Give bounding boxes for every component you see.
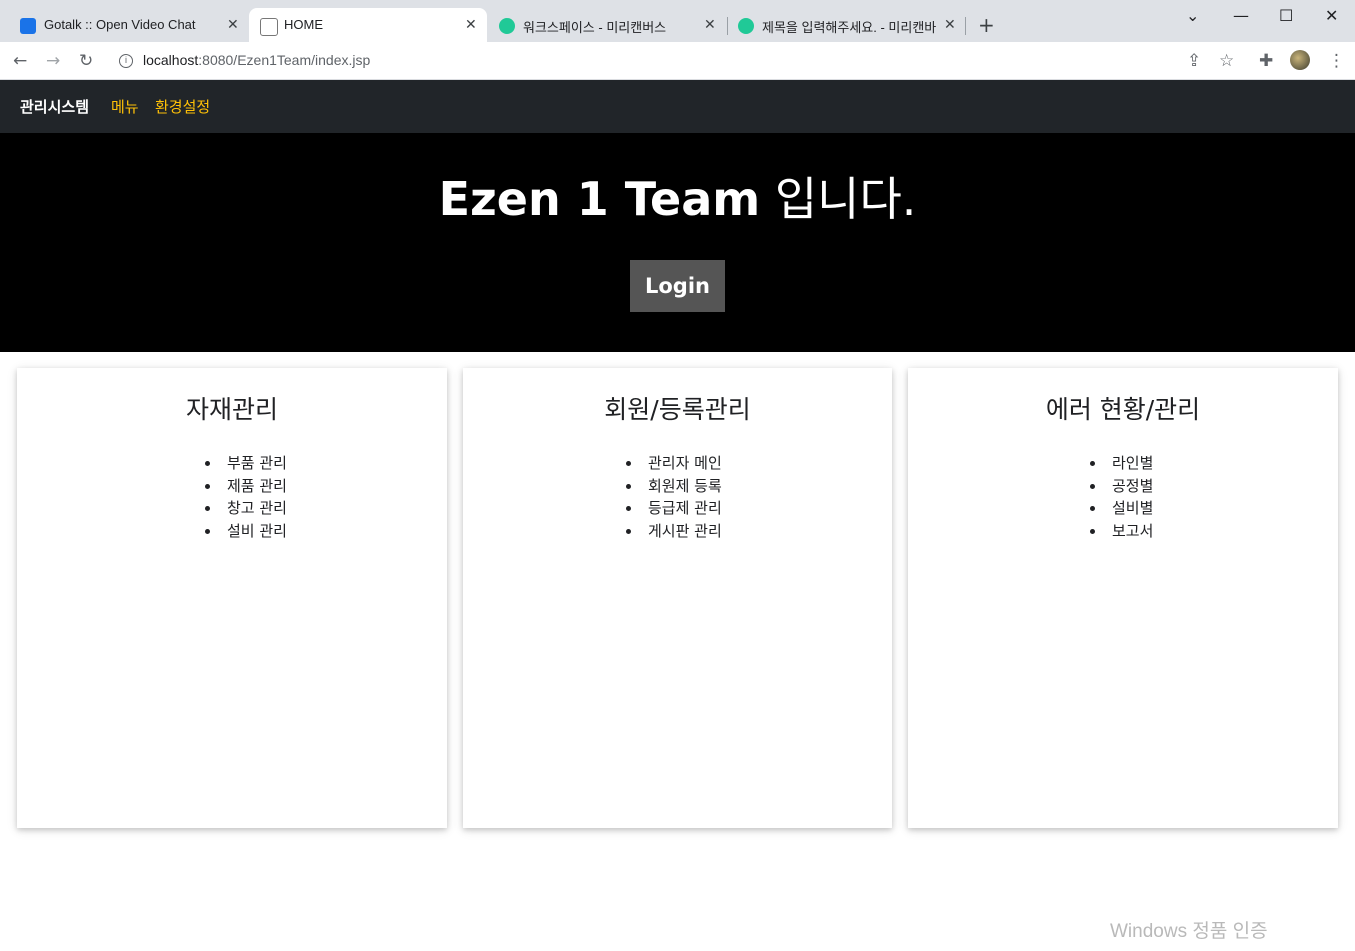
tab-gotalk[interactable]: Gotalk :: Open Video Chat ✕ (0, 8, 248, 42)
card-list: 관리자 메인 회원제 등록 등급제 관리 게시판 관리 (626, 452, 722, 542)
browser-toolbar: ← → ↻ i localhost:8080/Ezen1Team/index.j… (0, 42, 1355, 80)
navbar-brand[interactable]: 관리시스템 (20, 96, 89, 117)
maximize-icon[interactable]: ☐ (1279, 6, 1293, 25)
bookmark-star-icon[interactable]: ☆ (1219, 51, 1234, 71)
hero-title: Ezen 1 Team 입니다. (0, 163, 1355, 229)
page-favicon-icon (260, 18, 278, 36)
list-item[interactable]: 설비별 (1090, 497, 1153, 520)
card-list: 부품 관리 제품 관리 창고 관리 설비 관리 (205, 452, 287, 542)
close-icon[interactable]: ✕ (944, 16, 956, 33)
hero-banner: Ezen 1 Team 입니다. Login (0, 133, 1355, 352)
miricanvas-favicon-icon (738, 18, 754, 34)
site-navbar: 관리시스템 메뉴 환경설정 (0, 80, 1355, 133)
url-path: :8080/Ezen1Team/index.jsp (198, 52, 371, 68)
tab-title: 워크스페이스 - 미리캔버스 (523, 20, 667, 35)
window-close-icon[interactable]: ✕ (1325, 6, 1338, 25)
browser-tab-strip: Gotalk :: Open Video Chat ✕ HOME ✕ 워크스페이… (0, 0, 1355, 42)
close-icon[interactable]: ✕ (227, 16, 239, 33)
card-title: 에러 현황/관리 (1045, 395, 1201, 424)
hero-title-team: Ezen 1 Team (438, 172, 761, 226)
profile-avatar[interactable] (1290, 50, 1310, 70)
tab-search-chevron-icon[interactable]: ⌄ (1186, 6, 1199, 25)
forward-arrow-icon[interactable]: → (46, 51, 60, 71)
more-menu-icon[interactable]: ⋮ (1328, 51, 1345, 71)
nav-link-settings[interactable]: 환경설정 (155, 96, 210, 117)
list-item[interactable]: 부품 관리 (205, 452, 287, 475)
nav-link-menu[interactable]: 메뉴 (111, 96, 139, 117)
tab-title: Gotalk :: Open Video Chat (44, 17, 196, 32)
tab-miricanvas-workspace[interactable]: 워크스페이스 - 미리캔버스 ✕ (488, 8, 728, 42)
list-item[interactable]: 보고서 (1090, 520, 1153, 543)
list-item[interactable]: 공정별 (1090, 475, 1153, 498)
list-item[interactable]: 제품 관리 (205, 475, 287, 498)
new-tab-icon[interactable]: + (978, 13, 995, 37)
windows-activation-watermark: Windows 정품 인증 (1110, 921, 1268, 942)
list-item[interactable]: 회원제 등록 (626, 475, 722, 498)
gotalk-favicon-icon (20, 18, 36, 34)
address-bar[interactable]: localhost:8080/Ezen1Team/index.jsp (143, 52, 370, 68)
tab-home[interactable]: HOME ✕ (249, 8, 487, 42)
hero-title-suffix: 입니다. (760, 172, 917, 226)
card-materials: 자재관리 부품 관리 제품 관리 창고 관리 설비 관리 (17, 368, 447, 828)
list-item[interactable]: 설비 관리 (205, 520, 287, 543)
card-list: 라인별 공정별 설비별 보고서 (1090, 452, 1153, 542)
list-item[interactable]: 등급제 관리 (626, 497, 722, 520)
back-arrow-icon[interactable]: ← (13, 51, 27, 71)
site-info-icon[interactable]: i (119, 54, 133, 68)
list-item[interactable]: 관리자 메인 (626, 452, 722, 475)
tab-miricanvas-untitled[interactable]: 제목을 입력해주세요. - 미리캔바 ✕ (728, 8, 964, 42)
close-icon[interactable]: ✕ (465, 16, 477, 33)
card-errors: 에러 현황/관리 라인별 공정별 설비별 보고서 (908, 368, 1338, 828)
minimize-icon[interactable]: — (1233, 6, 1249, 25)
close-icon[interactable]: ✕ (704, 16, 716, 33)
login-button[interactable]: Login (630, 260, 725, 312)
url-host: localhost (143, 52, 199, 68)
list-item[interactable]: 게시판 관리 (626, 520, 722, 543)
share-icon[interactable]: ⇪ (1187, 51, 1201, 71)
tab-title: 제목을 입력해주세요. - 미리캔바 (762, 20, 936, 35)
card-title: 회원/등록관리 (604, 395, 751, 424)
list-item[interactable]: 창고 관리 (205, 497, 287, 520)
reload-icon[interactable]: ↻ (79, 51, 93, 71)
card-members: 회원/등록관리 관리자 메인 회원제 등록 등급제 관리 게시판 관리 (463, 368, 892, 828)
miricanvas-favicon-icon (499, 18, 515, 34)
card-title: 자재관리 (185, 395, 278, 424)
extensions-puzzle-icon[interactable]: ✚ (1259, 51, 1273, 71)
list-item[interactable]: 라인별 (1090, 452, 1153, 475)
tab-title: HOME (284, 17, 323, 32)
tab-separator (965, 17, 966, 35)
